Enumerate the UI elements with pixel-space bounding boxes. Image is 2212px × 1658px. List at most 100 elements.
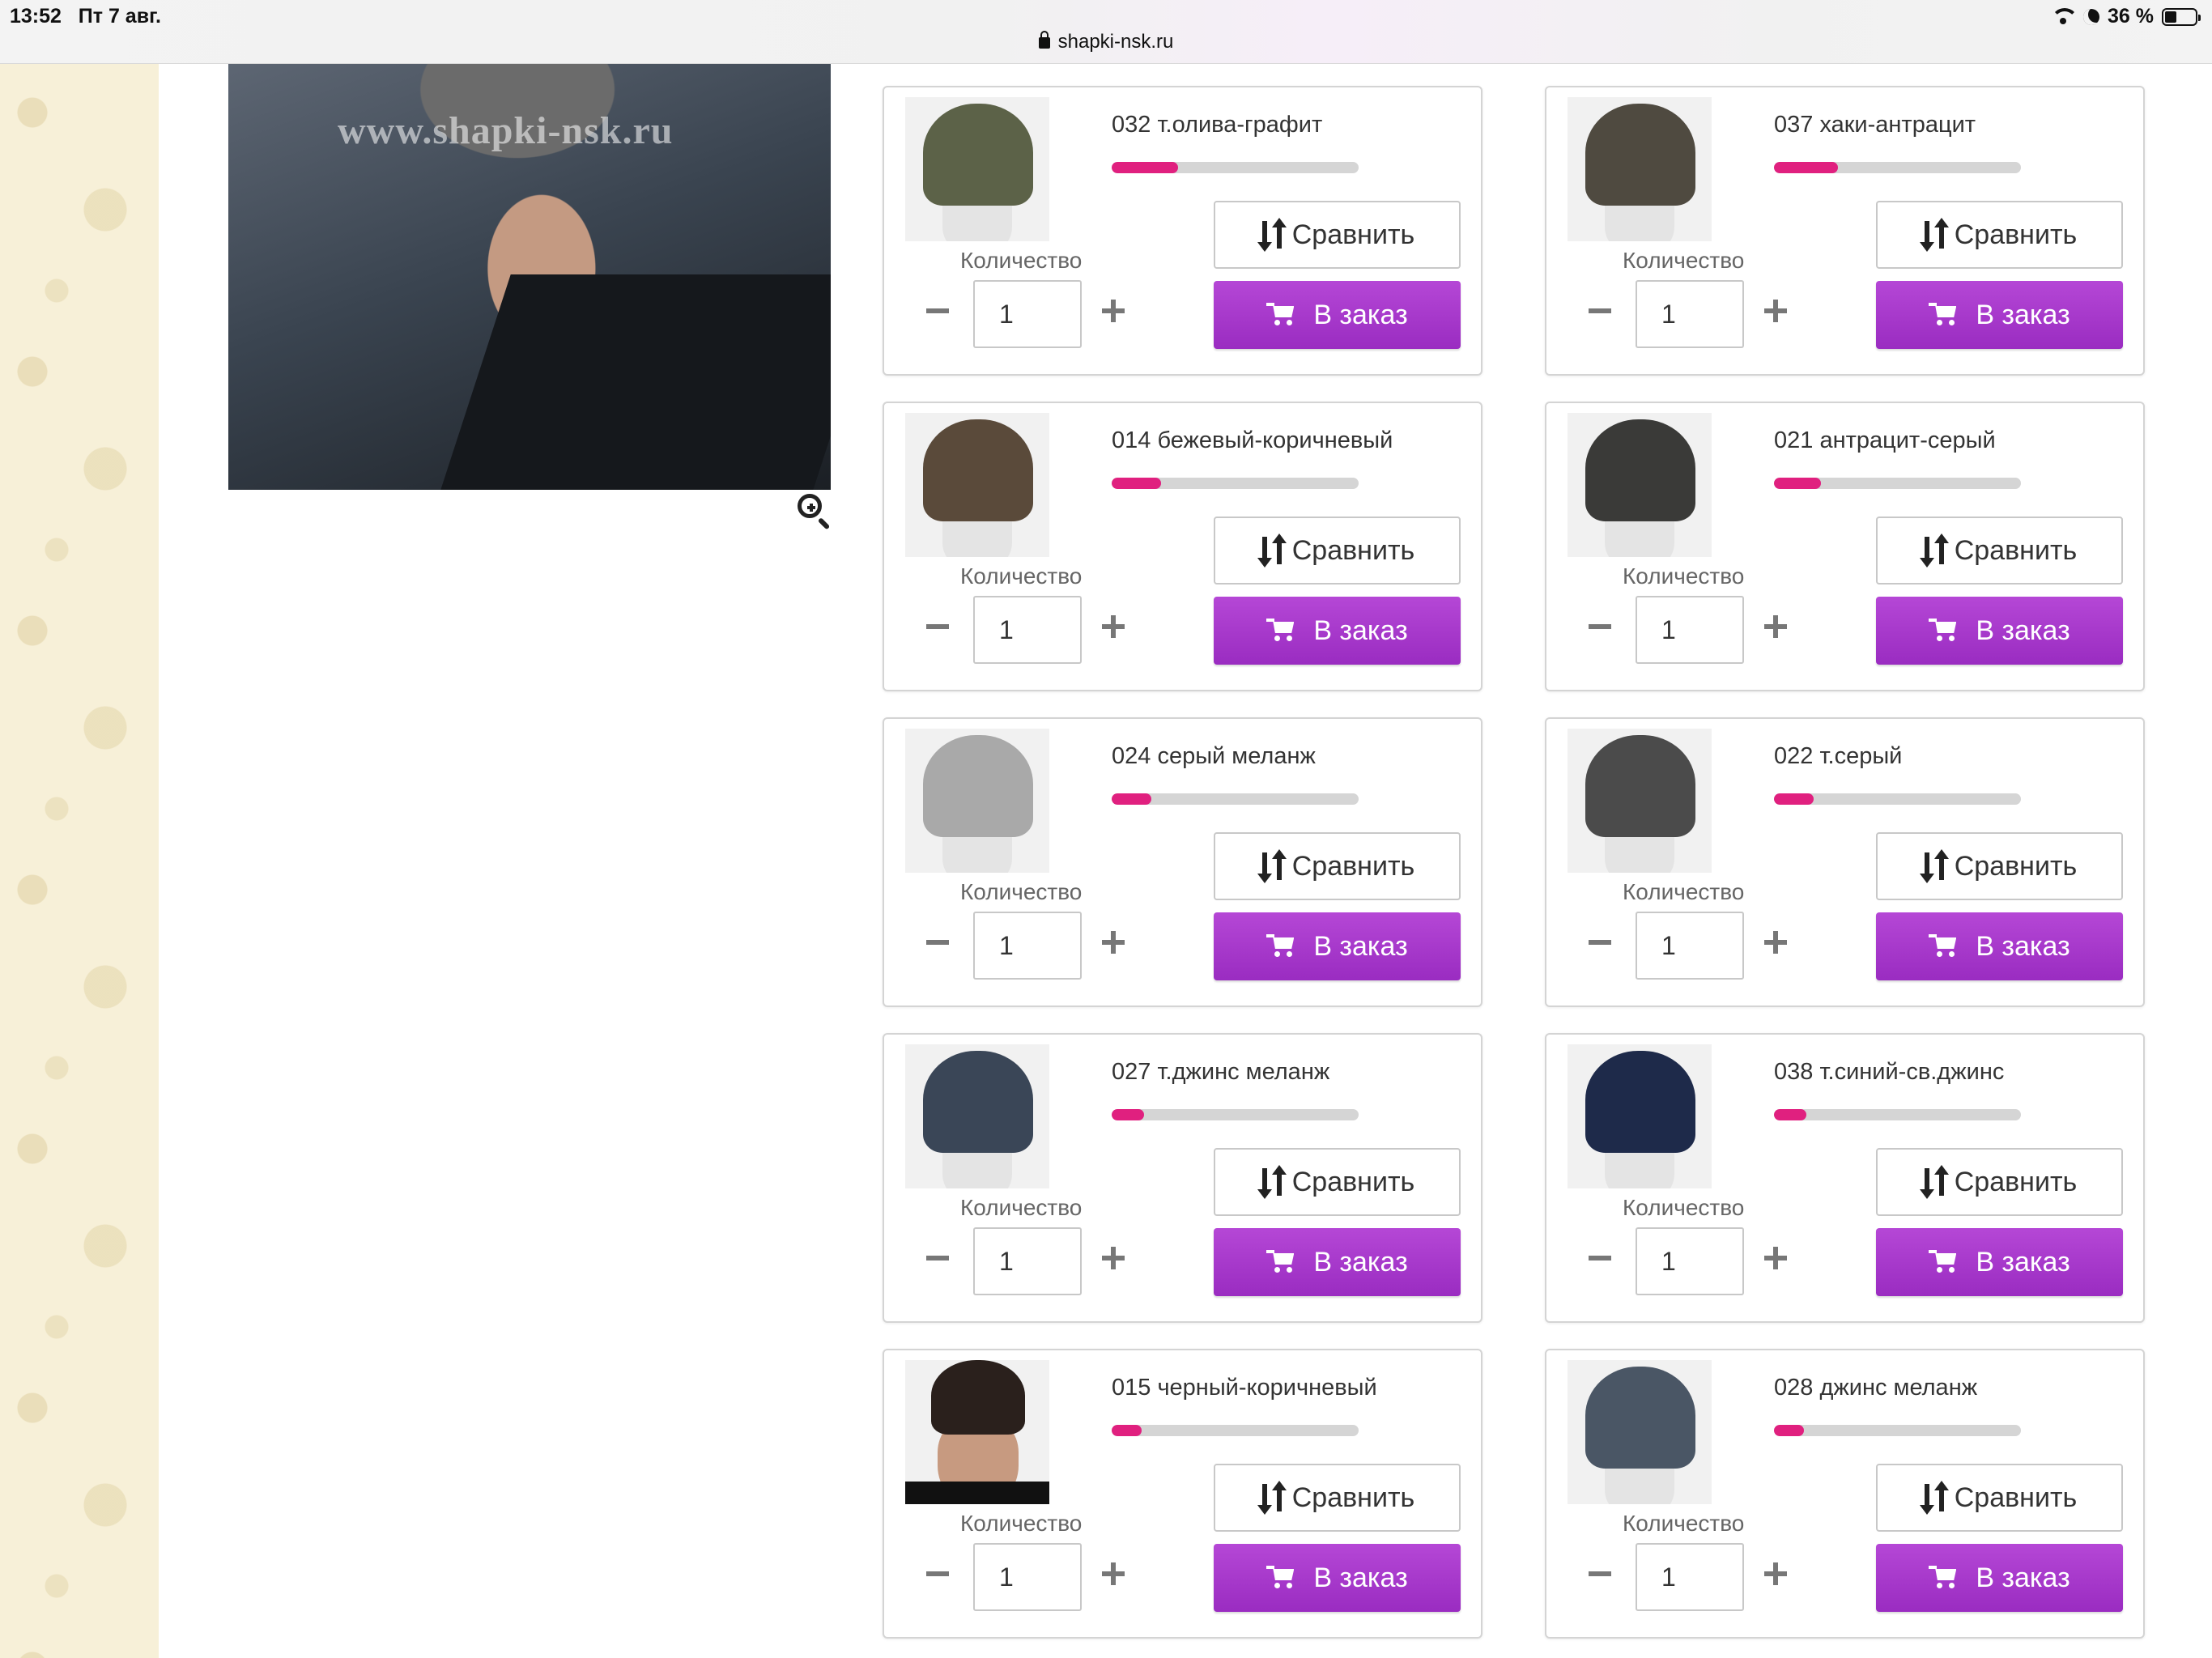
quantity-increase-button[interactable]	[1764, 300, 1787, 322]
quantity-input[interactable]	[973, 1227, 1082, 1295]
product-title[interactable]: 015 черный-коричневый	[1112, 1375, 1377, 1401]
product-thumbnail[interactable]	[905, 1360, 1049, 1504]
stock-progress-bar	[1774, 1425, 2021, 1436]
product-title[interactable]: 027 т.джинс меланж	[1112, 1059, 1329, 1086]
quantity-decrease-button[interactable]	[1589, 1562, 1611, 1585]
product-title[interactable]: 038 т.синий-св.джинс	[1774, 1059, 2004, 1086]
product-title[interactable]: 032 т.олива-графит	[1112, 112, 1322, 138]
product-title[interactable]: 014 бежевый-коричневый	[1112, 427, 1393, 454]
url-text[interactable]: shapki-nsk.ru	[1058, 31, 1174, 53]
quantity-increase-button[interactable]	[1764, 615, 1787, 638]
quantity-label: Количество	[1623, 563, 1745, 589]
decorative-background	[0, 64, 159, 1658]
cart-icon	[1929, 934, 1958, 959]
sort-arrows-icon	[1919, 1165, 1949, 1199]
add-to-order-button[interactable]: В заказ	[1214, 597, 1461, 665]
add-to-order-button[interactable]: В заказ	[1876, 912, 2123, 980]
quantity-increase-button[interactable]	[1764, 931, 1787, 954]
quantity-increase-button[interactable]	[1764, 1562, 1787, 1585]
quantity-decrease-button[interactable]	[1589, 931, 1611, 954]
product-thumbnail[interactable]	[905, 729, 1049, 873]
quantity-input[interactable]	[1636, 280, 1744, 348]
quantity-input[interactable]	[1636, 1227, 1744, 1295]
product-card-9: 015 черный-коричневый Сравнить Количеств…	[883, 1349, 1482, 1639]
quantity-decrease-button[interactable]	[926, 1247, 949, 1269]
zoom-in-icon[interactable]	[798, 494, 831, 530]
battery-icon	[2162, 7, 2201, 26]
quantity-decrease-button[interactable]	[926, 300, 949, 322]
quantity-input[interactable]	[973, 912, 1082, 980]
quantity-increase-button[interactable]	[1102, 931, 1125, 954]
quantity-increase-button[interactable]	[1102, 300, 1125, 322]
compare-button[interactable]: Сравнить	[1876, 1464, 2123, 1532]
hat-shape	[1585, 735, 1695, 837]
product-card-4: 021 антрацит-серый Сравнить Количество В…	[1545, 402, 2145, 691]
add-to-order-button[interactable]: В заказ	[1214, 1544, 1461, 1612]
compare-button[interactable]: Сравнить	[1876, 201, 2123, 269]
product-title[interactable]: 028 джинс меланж	[1774, 1375, 1977, 1401]
compare-label: Сравнить	[1291, 219, 1415, 250]
order-label: В заказ	[1976, 1562, 2070, 1593]
quantity-decrease-button[interactable]	[926, 1562, 949, 1585]
order-label: В заказ	[1976, 1246, 2070, 1278]
quantity-input[interactable]	[1636, 912, 1744, 980]
image-watermark: www.shapki-nsk.ru	[338, 109, 674, 152]
compare-button[interactable]: Сравнить	[1214, 517, 1461, 585]
product-thumbnail[interactable]	[905, 1044, 1049, 1188]
quantity-input[interactable]	[973, 280, 1082, 348]
compare-button[interactable]: Сравнить	[1214, 832, 1461, 900]
quantity-input[interactable]	[973, 1543, 1082, 1611]
compare-label: Сравнить	[1954, 534, 2078, 566]
sort-arrows-icon	[1919, 534, 1949, 568]
product-card-3: 014 бежевый-коричневый Сравнить Количест…	[883, 402, 1482, 691]
quantity-decrease-button[interactable]	[926, 615, 949, 638]
compare-button[interactable]: Сравнить	[1214, 1464, 1461, 1532]
compare-label: Сравнить	[1291, 534, 1415, 566]
sort-arrows-icon	[1257, 1165, 1287, 1199]
quantity-label: Количество	[960, 1511, 1083, 1536]
add-to-order-button[interactable]: В заказ	[1876, 281, 2123, 349]
product-title[interactable]: 022 т.серый	[1774, 743, 1902, 770]
stock-progress-bar	[1112, 793, 1359, 805]
product-card-8: 038 т.синий-св.джинс Сравнить Количество…	[1545, 1033, 2145, 1323]
quantity-increase-button[interactable]	[1764, 1247, 1787, 1269]
add-to-order-button[interactable]: В заказ	[1876, 597, 2123, 665]
compare-label: Сравнить	[1954, 219, 2078, 250]
quantity-input[interactable]	[1636, 1543, 1744, 1611]
order-label: В заказ	[1313, 1562, 1408, 1593]
main-product-image[interactable]: www.shapki-nsk.ru	[228, 64, 831, 490]
compare-button[interactable]: Сравнить	[1876, 517, 2123, 585]
add-to-order-button[interactable]: В заказ	[1214, 281, 1461, 349]
stock-progress-fill	[1112, 1425, 1142, 1436]
product-title[interactable]: 024 серый меланж	[1112, 743, 1316, 770]
product-thumbnail[interactable]	[1568, 1360, 1712, 1504]
address-bar[interactable]: shapki-nsk.ru	[0, 31, 2212, 53]
product-thumbnail[interactable]	[1568, 729, 1712, 873]
product-thumbnail[interactable]	[1568, 1044, 1712, 1188]
add-to-order-button[interactable]: В заказ	[1214, 1228, 1461, 1296]
quantity-input[interactable]	[1636, 596, 1744, 664]
quantity-increase-button[interactable]	[1102, 1562, 1125, 1585]
hat-shape	[923, 1051, 1033, 1153]
quantity-decrease-button[interactable]	[926, 931, 949, 954]
compare-button[interactable]: Сравнить	[1876, 832, 2123, 900]
compare-button[interactable]: Сравнить	[1214, 201, 1461, 269]
compare-button[interactable]: Сравнить	[1214, 1148, 1461, 1216]
add-to-order-button[interactable]: В заказ	[1876, 1544, 2123, 1612]
product-thumbnail[interactable]	[1568, 413, 1712, 557]
product-thumbnail[interactable]	[1568, 97, 1712, 241]
product-thumbnail[interactable]	[905, 97, 1049, 241]
quantity-input[interactable]	[973, 596, 1082, 664]
compare-button[interactable]: Сравнить	[1876, 1148, 2123, 1216]
quantity-increase-button[interactable]	[1102, 615, 1125, 638]
add-to-order-button[interactable]: В заказ	[1876, 1228, 2123, 1296]
quantity-increase-button[interactable]	[1102, 1247, 1125, 1269]
add-to-order-button[interactable]: В заказ	[1214, 912, 1461, 980]
quantity-decrease-button[interactable]	[1589, 300, 1611, 322]
product-title[interactable]: 021 антрацит-серый	[1774, 427, 1996, 454]
product-thumbnail[interactable]	[905, 413, 1049, 557]
product-title[interactable]: 037 хаки-антрацит	[1774, 112, 1976, 138]
quantity-decrease-button[interactable]	[1589, 615, 1611, 638]
quantity-decrease-button[interactable]	[1589, 1247, 1611, 1269]
quantity-label: Количество	[960, 563, 1083, 589]
